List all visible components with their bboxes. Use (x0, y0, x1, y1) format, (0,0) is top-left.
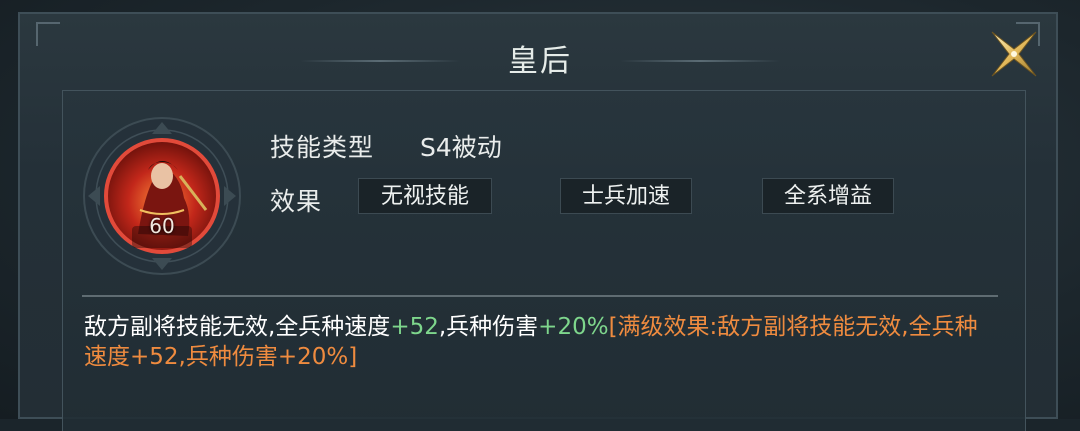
desc-text-2: ,兵种伤害 (438, 314, 539, 340)
tag-all-buff[interactable]: 全系增益 (762, 178, 894, 214)
skill-description: 敌方副将技能无效,全兵种速度+52,兵种伤害+20%[满级效果:敌方副将技能无效… (84, 312, 984, 372)
effect-label: 效果 (270, 187, 323, 216)
section-divider (82, 295, 998, 297)
hero-portrait-icon (83, 117, 241, 275)
hero-avatar[interactable]: 60 (80, 114, 244, 278)
skill-type-value: S4被动 (420, 133, 502, 162)
speed-bonus: +52 (390, 314, 439, 340)
skill-type-label: 技能类型 (270, 133, 375, 162)
desc-text-1: 敌方副将技能无效,全兵种速度 (84, 314, 391, 340)
tag-ignore-skill[interactable]: 无视技能 (358, 178, 492, 214)
damage-bonus: +20% (538, 314, 609, 340)
hero-level: 60 (149, 214, 175, 238)
close-x-icon (991, 31, 1037, 77)
tag-soldier-speed[interactable]: 士兵加速 (560, 178, 692, 214)
dialog-title: 皇后 (508, 44, 572, 79)
close-button[interactable] (988, 28, 1040, 80)
